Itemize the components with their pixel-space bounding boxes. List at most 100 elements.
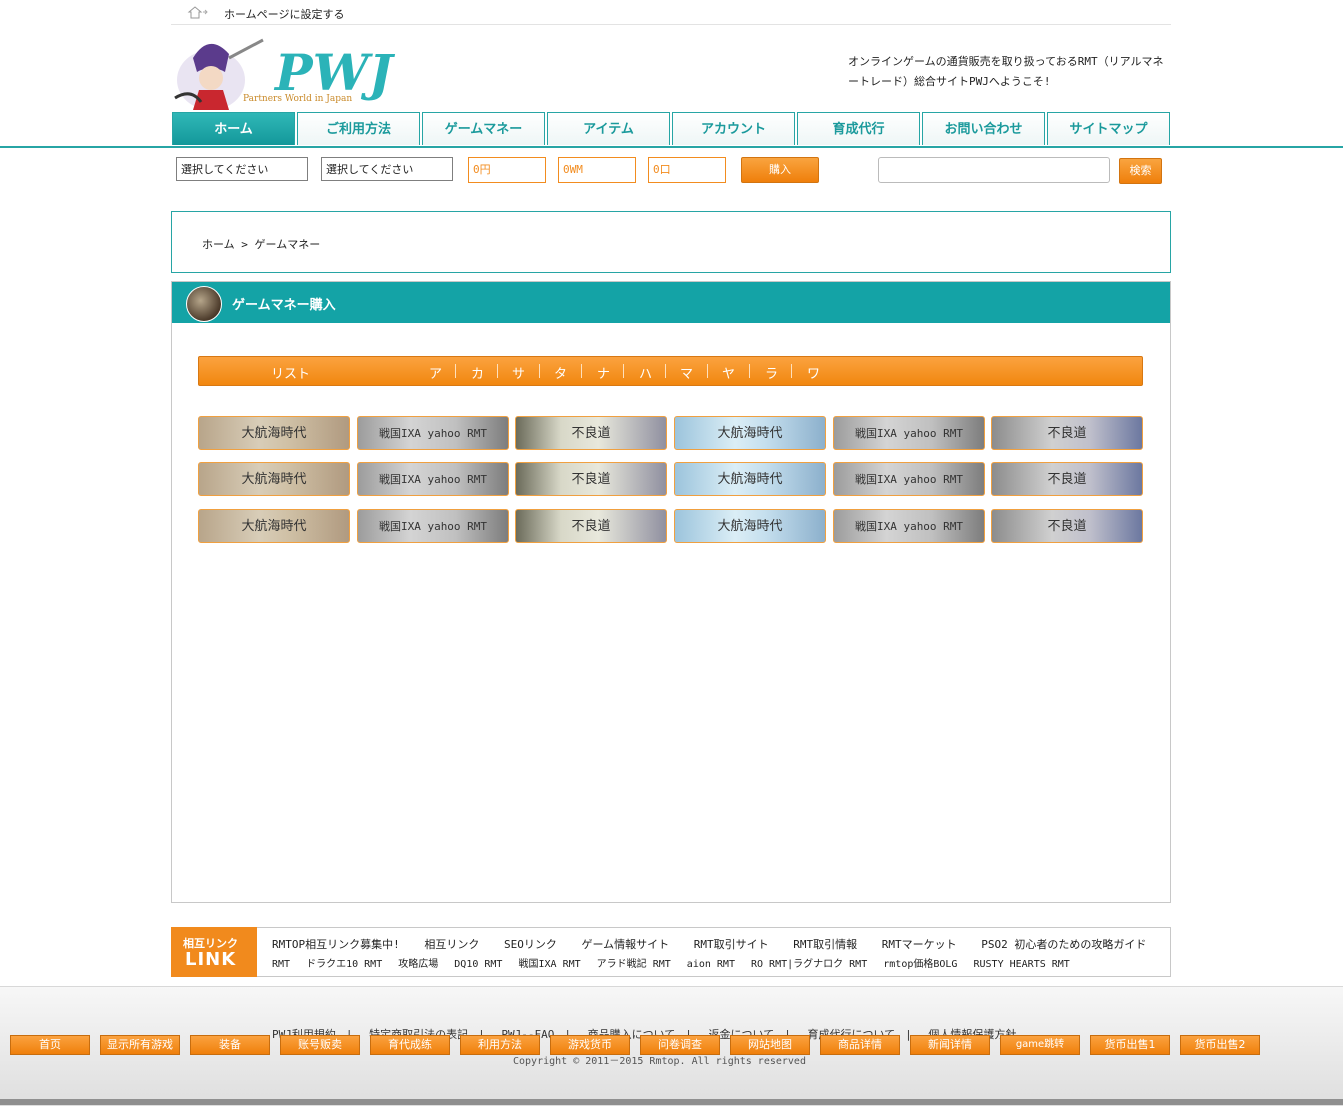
search-input[interactable]: [878, 157, 1110, 183]
game-tile[interactable]: 不良道: [515, 462, 667, 496]
link-item[interactable]: rmtop価格BOLG: [883, 959, 957, 970]
footer-button[interactable]: game跳转: [1000, 1035, 1080, 1055]
game-name: 戦国IXA yahoo RMT: [854, 473, 964, 486]
site-logo[interactable]: PWJ Partners World in Japan: [171, 28, 401, 112]
link-badge: 相互リンク LINK: [171, 927, 257, 977]
game-tile[interactable]: 不良道: [991, 462, 1143, 496]
footer-button[interactable]: 新闻详情: [910, 1035, 990, 1055]
home-icon[interactable]: [187, 5, 209, 19]
link-item[interactable]: 攻略広場: [398, 959, 438, 970]
footer-button[interactable]: 显示所有游戏: [100, 1035, 180, 1055]
footer-button[interactable]: 货币出售1: [1090, 1035, 1170, 1055]
game-tile[interactable]: 大航海時代: [674, 509, 826, 543]
breadcrumb-panel: ホーム > ゲームマネー: [171, 211, 1171, 273]
game-tile[interactable]: 戦国IXA yahoo RMT: [357, 462, 509, 496]
link-item[interactable]: RMTOP相互リンク募集中!: [272, 938, 400, 951]
link-item[interactable]: RUSTY HEARTS RMT: [973, 959, 1069, 970]
link-row-2: RMT ドラクエ10 RMT 攻略広場 DQ10 RMT 戦国IXA RMT ア…: [272, 955, 1080, 970]
game-tile[interactable]: 大航海時代: [198, 509, 350, 543]
list-title: リスト: [271, 367, 311, 382]
game-tile[interactable]: 戦国IXA yahoo RMT: [833, 462, 985, 496]
game-tile[interactable]: 大航海時代: [674, 416, 826, 450]
link-item[interactable]: 戦国IXA RMT: [518, 959, 580, 970]
footer-button[interactable]: 货币出售2: [1180, 1035, 1260, 1055]
amount-field[interactable]: 0WM: [558, 157, 636, 183]
footer-button[interactable]: 育代成练: [370, 1035, 450, 1055]
nav-account[interactable]: アカウント: [672, 112, 795, 145]
nav-game-money[interactable]: ゲームマネー: [422, 112, 545, 145]
game-tile[interactable]: 不良道: [991, 416, 1143, 450]
link-item[interactable]: アラド戦記 RMT: [597, 959, 671, 970]
game-tile[interactable]: 不良道: [515, 416, 667, 450]
link-item[interactable]: DQ10 RMT: [454, 959, 502, 970]
kana-na[interactable]: ナ: [597, 363, 610, 382]
price-field[interactable]: 0円: [468, 157, 546, 183]
divider: [497, 364, 498, 378]
game-tile[interactable]: 不良道: [991, 509, 1143, 543]
server-select[interactable]: 選択してください: [321, 157, 453, 181]
link-item[interactable]: PSO2 初心者のための攻略ガイド: [981, 938, 1146, 951]
footer-button[interactable]: 商品详情: [820, 1035, 900, 1055]
footer-button[interactable]: 账号贩卖: [280, 1035, 360, 1055]
link-item[interactable]: RMTマーケット: [882, 938, 957, 951]
link-item[interactable]: RMT: [272, 959, 290, 970]
game-name: 大航海時代: [241, 519, 307, 534]
divider: [749, 364, 750, 378]
kana-ha[interactable]: ハ: [639, 363, 652, 382]
footer-button[interactable]: 游戏货币: [550, 1035, 630, 1055]
kana-ra[interactable]: ラ: [765, 363, 778, 382]
game-tile[interactable]: 戦国IXA yahoo RMT: [357, 416, 509, 450]
logo-subtitle: Partners World in Japan: [243, 94, 352, 104]
link-item[interactable]: ドラクエ10 RMT: [306, 959, 382, 970]
nav-home[interactable]: ホーム: [172, 112, 295, 145]
mutual-links: 相互リンク LINK RMTOP相互リンク募集中! 相互リンク SEOリンク ゲ…: [171, 927, 1171, 977]
kana-sa[interactable]: サ: [512, 363, 525, 382]
kana-ka[interactable]: カ: [471, 363, 484, 382]
main-nav: ホーム ご利用方法 ゲームマネー アイテム アカウント 育成代行 お問い合わせ …: [171, 112, 1171, 146]
footer-button[interactable]: 利用方法: [460, 1035, 540, 1055]
game-name: 戦国IXA yahoo RMT: [378, 427, 488, 440]
buy-button[interactable]: 購入: [741, 157, 819, 183]
top-bar: ホームページに設定する: [171, 0, 1171, 25]
nav-sitemap[interactable]: サイトマップ: [1047, 112, 1170, 145]
divider: [623, 364, 624, 378]
game-select[interactable]: 選択してください: [176, 157, 308, 181]
kana-wa[interactable]: ワ: [807, 363, 820, 382]
link-item[interactable]: 相互リンク: [424, 938, 479, 951]
nav-leveling[interactable]: 育成代行: [797, 112, 920, 145]
game-money-panel: ゲームマネー購入 リスト ア カ サ タ ナ ハ マ ヤ ラ ワ 大航海時代 戦…: [171, 281, 1171, 903]
game-tile[interactable]: 大航海時代: [674, 462, 826, 496]
game-tile[interactable]: 戦国IXA yahoo RMT: [833, 509, 985, 543]
footer-button[interactable]: 装备: [190, 1035, 270, 1055]
kana-ma[interactable]: マ: [680, 363, 693, 382]
nav-contact[interactable]: お問い合わせ: [922, 112, 1045, 145]
link-item[interactable]: ゲーム情報サイト: [582, 938, 670, 951]
game-tile[interactable]: 戦国IXA yahoo RMT: [833, 416, 985, 450]
nav-usage[interactable]: ご利用方法: [297, 112, 420, 145]
kana-a[interactable]: ア: [429, 363, 442, 382]
footer-button[interactable]: 问卷调查: [640, 1035, 720, 1055]
link-item[interactable]: RO RMT|ラグナロク RMT: [751, 959, 867, 970]
search-button[interactable]: 検索: [1119, 158, 1162, 184]
nav-item[interactable]: アイテム: [547, 112, 670, 145]
kana-ya[interactable]: ヤ: [722, 363, 735, 382]
quantity-field[interactable]: 0口: [648, 157, 726, 183]
divider: [791, 364, 792, 378]
footer-button[interactable]: 网站地图: [730, 1035, 810, 1055]
footer-button[interactable]: 首页: [10, 1035, 90, 1055]
link-item[interactable]: RMT取引情報: [793, 938, 857, 951]
game-tile[interactable]: 不良道: [515, 509, 667, 543]
breadcrumb[interactable]: ホーム > ゲームマネー: [202, 236, 320, 252]
game-name: 戦国IXA yahoo RMT: [378, 520, 488, 533]
game-name: 大航海時代: [717, 472, 783, 487]
link-item[interactable]: aion RMT: [687, 959, 735, 970]
set-homepage-link[interactable]: ホームページに設定する: [224, 6, 344, 22]
game-tile[interactable]: 戦国IXA yahoo RMT: [357, 509, 509, 543]
link-item[interactable]: SEOリンク: [504, 938, 557, 951]
game-name: 大航海時代: [241, 426, 307, 441]
game-tile[interactable]: 大航海時代: [198, 416, 350, 450]
kana-ta[interactable]: タ: [554, 363, 567, 382]
game-tile[interactable]: 大航海時代: [198, 462, 350, 496]
character-avatar-icon: [186, 286, 222, 322]
link-item[interactable]: RMT取引サイト: [694, 938, 769, 951]
